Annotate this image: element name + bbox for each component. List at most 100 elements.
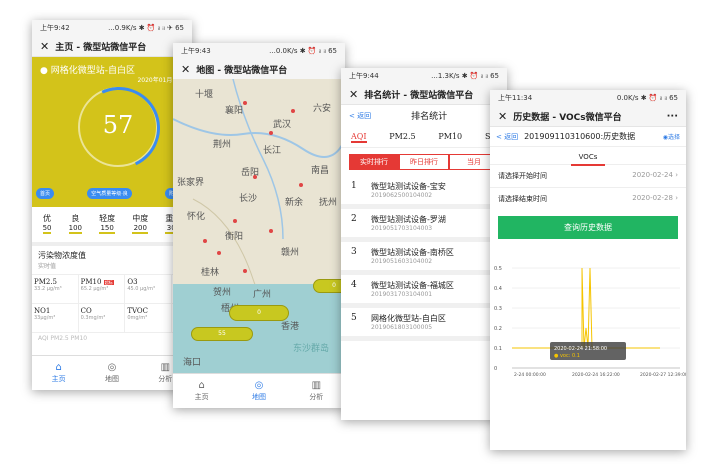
y-tick-label: 0.3 (494, 306, 502, 312)
station-marker[interactable] (233, 219, 237, 223)
city-label: 武汉 (273, 120, 292, 130)
station-marker[interactable] (217, 251, 221, 255)
select-station-button[interactable]: ◉选择 (663, 132, 680, 141)
tooltip-value: ● voc: 0.1 (554, 353, 580, 359)
exceed-badge: 超标 (103, 280, 114, 285)
tab-pm25[interactable]: PM2.5 (389, 132, 415, 143)
station-marker[interactable] (269, 131, 273, 135)
more-menu-button[interactable]: ··· (667, 111, 678, 122)
page-title: 排名统计 (411, 112, 448, 122)
window-title: 主页 - 微型站微信平台 (55, 42, 147, 53)
page-nav: < 返回 201909110310600:历史数据 ◉选择 (490, 127, 686, 147)
list-item[interactable]: 2 微型站测试设备-罗湖 2019051703104003 (341, 209, 507, 242)
chart-icon: ▥ (311, 380, 322, 391)
level-label: 良 (71, 214, 80, 223)
city-label: 长江 (263, 146, 282, 156)
list-item[interactable]: 3 微型站测试设备-南桥区 2019051603104002 (341, 242, 507, 275)
field-value: 2020-02-24 (632, 171, 673, 179)
city-label: 张家界 (177, 178, 205, 188)
tab-home[interactable]: ⌂ 主页 (195, 380, 209, 402)
tab-map[interactable]: ◎ 地图 (105, 362, 119, 384)
station-marker[interactable] (243, 101, 247, 105)
level-label: 轻度 (99, 214, 116, 223)
close-icon[interactable]: ✕ (498, 110, 507, 123)
tab-analysis[interactable]: ▥ 分析 (158, 362, 172, 384)
page-title: 201909110310600:历史数据 (524, 132, 636, 141)
pollutant-grid: PM2.5 33.2 μg/m³ PM10 超标 65.2 μg/m³ O3 45.0… (32, 274, 192, 333)
city-label: 六安 (313, 104, 332, 114)
pollutant-cell[interactable]: PM10 超标 65.2 μg/m³ (78, 275, 126, 304)
bottom-tabbar: ⌂ 主页 ◎ 地图 ▥ 分析 (32, 355, 192, 390)
rank-period-tabs: 实时排行 昨日排行 当月 (349, 154, 499, 170)
end-time-field[interactable]: 请选择结束时间 2020-02-28 › (490, 187, 686, 210)
partial-row: AQI PM2.5 PM10 (38, 335, 88, 342)
pollutant-cell[interactable]: NO1 33μg/m³ (32, 304, 79, 333)
city-label: 新余 (285, 198, 304, 208)
vocs-line-chart[interactable]: 0.5 0.4 0.3 0.2 0.1 0 2-24 00:00:00 2020-02-24 … (490, 258, 686, 388)
map-screen: 上午9:43 ...0.0K/s ✱ ⏰ ᵢₗ ᵢₗ 65 ✕ 地图 - 微型站… (173, 43, 345, 408)
pollutant-cell[interactable]: PM2.5 33.2 μg/m³ (32, 275, 79, 304)
station-marker[interactable] (253, 175, 257, 179)
status-icons: 0.0K/s ✱ ⏰ ᵢₗ ᵢₗ 65 (616, 94, 678, 102)
city-label: 十堰 (195, 90, 214, 100)
city-label: 桂林 (201, 268, 220, 278)
field-label: 请选择结束时间 (498, 195, 547, 203)
tab-realtime[interactable]: 实时排行 (349, 154, 399, 170)
station-marker[interactable] (299, 183, 303, 187)
tab-aqi[interactable]: AQI (351, 132, 367, 143)
station-name[interactable]: 网格化微型站-自白区 (51, 66, 135, 76)
status-bar: 上午9:43 ...0.0K/s ✱ ⏰ ᵢₗ ᵢₗ 65 (173, 43, 345, 59)
back-button[interactable]: < 返回 (349, 111, 371, 121)
back-button[interactable]: < 返回 (496, 132, 518, 142)
start-time-field[interactable]: 请选择开始时间 2020-02-24 › (490, 164, 686, 187)
window-titlebar: ✕ 排名统计 - 微型站微信平台 (341, 84, 507, 105)
field-label: 请选择开始时间 (498, 172, 547, 180)
x-tick-label: 2020-02-24 16:22:00 (572, 372, 620, 378)
pollutant-cell[interactable]: CO 0.3mg/m³ (78, 304, 126, 333)
tab-home[interactable]: ⌂ 主页 (52, 362, 66, 384)
pill-button-home[interactable]: 首页 (36, 188, 55, 199)
y-tick-label: 0.4 (494, 286, 502, 292)
station-marker[interactable] (203, 239, 207, 243)
map-view[interactable]: 十堰 襄阳 武汉 六安 长江 荆州 南昌 张家界 岳阳 长沙 新余 抚州 怀化 … (173, 79, 345, 374)
window-titlebar: ✕ 地图 - 微型站微信平台 (173, 59, 345, 80)
tab-analysis[interactable]: ▥ 分析 (309, 380, 323, 402)
tooltip-time: 2020-02-24 21:58:00 (554, 346, 607, 352)
level-label: 中度 (132, 214, 149, 223)
list-item[interactable]: 4 微型站测试设备-福城区 2019031703104001 (341, 275, 507, 308)
rank-list: 1 微型站测试设备-宝安 2019062500104002 2 微型站测试设备-罗湖 2… (341, 176, 507, 341)
tab-pm10[interactable]: PM10 (438, 132, 462, 143)
tab-vocs[interactable]: VOCs (490, 147, 686, 166)
field-value: 2020-02-28 (632, 194, 673, 202)
tab-map[interactable]: ◎ 地图 (252, 380, 266, 402)
concentration-section: 污染物浓度值 实时值 (32, 242, 192, 274)
history-screen: 上午11:34 0.0K/s ✱ ⏰ ᵢₗ ᵢₗ 65 ✕ 历史数据 - VOC… (490, 90, 686, 450)
location-pin-icon: ● (40, 66, 48, 76)
aqi-value: 57 (102, 111, 134, 139)
tab-yesterday[interactable]: 昨日排行 (399, 154, 449, 170)
list-item[interactable]: 5 网格化微型站-自白区 2019061803100005 (341, 308, 507, 341)
station-marker[interactable] (269, 229, 273, 233)
cluster-marker[interactable]: 0 (229, 305, 289, 321)
pollutant-cell[interactable]: O3 45.0 μg/m³ (125, 275, 172, 304)
close-icon[interactable]: ✕ (181, 63, 190, 76)
station-marker[interactable] (291, 109, 295, 113)
city-label: 香港 (281, 322, 300, 332)
y-tick-label: 0 (494, 366, 497, 372)
query-history-button[interactable]: 查询历史数据 (498, 216, 678, 239)
aqi-panel: ● 网格化微型站-自白区 2020年01月10日 57 首页 空气质量等级·良 … (32, 57, 192, 207)
cluster-marker[interactable]: 55 (191, 327, 253, 341)
level-value: 150 (99, 224, 116, 234)
chevron-right-icon: › (675, 194, 678, 202)
station-marker[interactable] (243, 269, 247, 273)
list-item[interactable]: 1 微型站测试设备-宝安 2019062500104002 (341, 176, 507, 209)
pollutant-cell[interactable]: TVOC 0mg/m³ (125, 304, 172, 333)
pill-button-level[interactable]: 空气质量等级·良 (87, 188, 132, 199)
window-titlebar: ✕ 历史数据 - VOCs微信平台 ··· (490, 106, 686, 127)
city-label: 海口 (183, 358, 202, 368)
close-icon[interactable]: ✕ (349, 88, 358, 101)
level-label: 优 (43, 214, 52, 223)
close-icon[interactable]: ✕ (40, 40, 49, 53)
city-label: 怀化 (187, 212, 206, 222)
status-bar: 上午11:34 0.0K/s ✱ ⏰ ᵢₗ ᵢₗ 65 (490, 90, 686, 106)
